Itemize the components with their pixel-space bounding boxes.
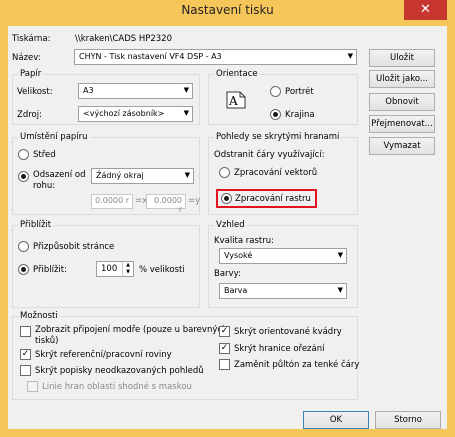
paper-group-title: Papír bbox=[18, 69, 44, 79]
vector-processing-radio[interactable] bbox=[219, 167, 230, 178]
landscape-label: Krajina bbox=[285, 110, 315, 120]
zoom-group: Přiblížit Přizpůsobit stránce Přiblížit:… bbox=[12, 220, 200, 308]
raster-quality-value: Vysoké bbox=[224, 251, 253, 260]
orientation-group: Orientace A Portrét Krajina bbox=[208, 69, 358, 125]
chevron-down-icon: ▼ bbox=[183, 86, 189, 94]
hide-scope-boxes-checkbox[interactable]: ✓ bbox=[219, 326, 230, 337]
landscape-page-icon: A bbox=[225, 89, 247, 111]
rename-button[interactable]: Přejmenovat... bbox=[369, 115, 435, 133]
spinner-arrows-icon[interactable]: ▲ ▼ bbox=[122, 262, 133, 276]
show-links-blue-label-line2: tisků) bbox=[35, 336, 59, 346]
title-bar[interactable]: Nastavení tisku ✕ bbox=[0, 0, 455, 26]
save-button[interactable]: Uložit bbox=[369, 49, 435, 67]
hide-unref-tags-checkbox[interactable] bbox=[20, 365, 31, 376]
remove-lines-label: Odstranit čáry využívající: bbox=[214, 150, 325, 160]
vector-processing-label: Zpracování vektorů bbox=[234, 168, 318, 178]
fit-to-page-radio[interactable] bbox=[18, 241, 29, 252]
appearance-group: Vzhled Kvalita rastru: Vysoké ▼ Barvy: B… bbox=[208, 220, 358, 308]
options-group-title: Možnosti bbox=[18, 311, 60, 321]
dialog-client: Tiskárna: \\kraken\CADS HP2320 Název: CH… bbox=[8, 26, 447, 429]
svg-text:A: A bbox=[228, 94, 238, 108]
orientation-group-title: Orientace bbox=[214, 69, 260, 79]
zoom-group-title: Přiblížit bbox=[18, 220, 54, 230]
region-edges-mask-label: Linie hran oblasti shodné s maskou bbox=[42, 382, 192, 392]
corner-offset-value: Žádný okraj bbox=[96, 171, 144, 180]
raster-quality-label: Kvalita rastru: bbox=[214, 236, 274, 246]
center-radio[interactable] bbox=[18, 149, 29, 160]
hide-crop-boundaries-label: Skrýt hranice ořezání bbox=[234, 344, 325, 354]
hide-scope-boxes-label: Skrýt orientované kvádry bbox=[234, 327, 342, 337]
halftone-thin-lines-checkbox[interactable] bbox=[219, 359, 230, 370]
zoom-spinner[interactable]: 100 ▲ ▼ bbox=[96, 261, 134, 277]
printer-label: Tiskárna: bbox=[12, 34, 51, 44]
offset-y-label: =y bbox=[188, 196, 201, 206]
hide-crop-boundaries-checkbox[interactable]: ✓ bbox=[219, 343, 230, 354]
paper-source-combo[interactable]: <výchozí zásobník> ▼ bbox=[78, 106, 193, 122]
offset-label-line1: Odsazení od bbox=[33, 170, 86, 180]
percent-size-label: % velikosti bbox=[139, 265, 185, 275]
offset-y-field[interactable]: 0.0000 r bbox=[146, 194, 186, 214]
portrait-radio[interactable] bbox=[270, 86, 281, 97]
paper-size-label: Velikost: bbox=[17, 87, 53, 97]
paper-source-value: <výchozí zásobník> bbox=[83, 109, 165, 118]
cancel-button[interactable]: Storno bbox=[375, 411, 441, 429]
printer-value: \\kraken\CADS HP2320 bbox=[75, 34, 172, 44]
colors-combo[interactable]: Barva ▼ bbox=[219, 283, 347, 299]
show-links-blue-label-line1: Zobrazit připojení modře (pouze u barevn… bbox=[35, 325, 228, 335]
colors-label: Barvy: bbox=[214, 269, 241, 279]
fit-to-page-label: Přizpůsobit stránce bbox=[33, 242, 115, 252]
window-title: Nastavení tisku bbox=[181, 3, 274, 17]
hidden-line-views-group: Pohledy se skrytými hranami Odstranit čá… bbox=[208, 132, 358, 215]
hide-ref-planes-label: Skrýt referenční/pracovní roviny bbox=[35, 350, 172, 360]
paper-size-value: A3 bbox=[83, 86, 94, 95]
chevron-down-icon: ▼ bbox=[184, 171, 190, 179]
colors-value: Barva bbox=[224, 286, 248, 295]
save-as-button[interactable]: Uložit jako... bbox=[369, 70, 435, 88]
zoom-value: 100 bbox=[101, 264, 118, 274]
hide-ref-planes-checkbox[interactable]: ✓ bbox=[20, 349, 31, 360]
show-links-blue-checkbox[interactable] bbox=[20, 326, 31, 337]
options-group: Možnosti Zobrazit připojení modře (pouze… bbox=[12, 311, 360, 400]
corner-offset-combo[interactable]: Žádný okraj ▼ bbox=[91, 168, 194, 184]
offset-radio[interactable] bbox=[18, 171, 29, 182]
paper-placement-title: Umístění papíru bbox=[18, 132, 90, 142]
region-edges-mask-checkbox[interactable] bbox=[27, 381, 38, 392]
paper-source-label: Zdroj: bbox=[17, 110, 42, 120]
chevron-down-icon: ▼ bbox=[347, 52, 353, 60]
chevron-down-icon: ▼ bbox=[337, 251, 343, 259]
dialog-window: Nastavení tisku ✕ Tiskárna: \\kraken\CAD… bbox=[0, 0, 455, 437]
setup-name-combo[interactable]: CHYN - Tisk nastavení VF4 DSP - A3 ▼ bbox=[74, 49, 357, 65]
appearance-group-title: Vzhled bbox=[214, 220, 247, 230]
setup-name-value: CHYN - Tisk nastavení VF4 DSP - A3 bbox=[79, 52, 222, 61]
center-label: Střed bbox=[33, 150, 56, 160]
close-button[interactable]: ✕ bbox=[404, 0, 447, 20]
landscape-radio[interactable] bbox=[270, 109, 281, 120]
hidden-line-views-title: Pohledy se skrytými hranami bbox=[214, 132, 342, 142]
revert-button[interactable]: Obnovit bbox=[369, 93, 435, 111]
halftone-thin-lines-label: Zaměnit půltón za tenké čáry bbox=[234, 360, 360, 370]
zoom-radio[interactable] bbox=[18, 264, 29, 275]
paper-size-combo[interactable]: A3 ▼ bbox=[78, 83, 193, 99]
hide-unref-tags-label: Skrýt popisky neodkazovaných pohledů bbox=[35, 366, 204, 376]
ok-button[interactable]: OK bbox=[303, 411, 369, 429]
chevron-down-icon: ▼ bbox=[183, 109, 189, 117]
offset-x-field[interactable]: 0.0000 r bbox=[91, 194, 133, 209]
paper-placement-group: Umístění papíru Střed Odsazení od rohu: … bbox=[12, 132, 201, 215]
chevron-down-icon: ▼ bbox=[337, 286, 343, 294]
raster-quality-combo[interactable]: Vysoké ▼ bbox=[219, 248, 347, 264]
raster-processing-label: Zpracování rastru bbox=[235, 194, 311, 204]
name-label: Název: bbox=[12, 53, 41, 63]
paper-group: Papír Velikost: A3 ▼ Zdroj: <výchozí zás… bbox=[12, 69, 200, 125]
raster-processing-radio[interactable] bbox=[221, 193, 232, 204]
delete-button[interactable]: Vymazat bbox=[369, 137, 435, 155]
zoom-label: Přiblížit: bbox=[33, 265, 67, 275]
portrait-label: Portrét bbox=[285, 87, 314, 97]
offset-label-line2: rohu: bbox=[33, 181, 56, 191]
